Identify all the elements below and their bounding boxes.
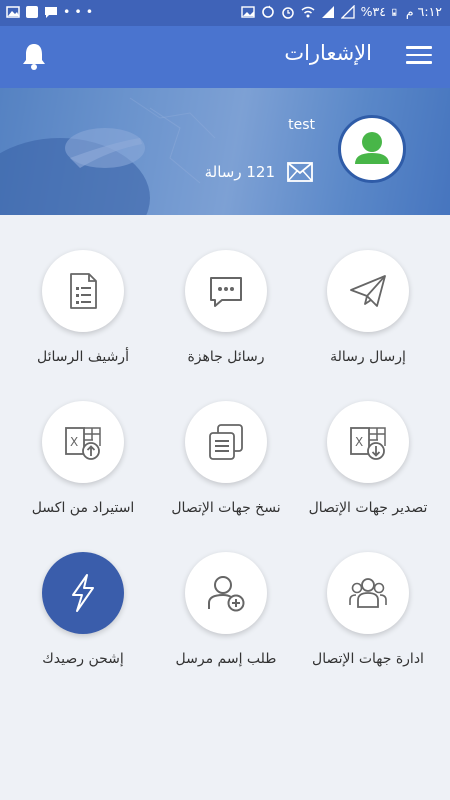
avatar[interactable] — [338, 115, 406, 183]
paper-plane-icon — [350, 275, 386, 307]
tile-export-contacts[interactable]: X تصدير جهات الإتصال — [293, 401, 443, 541]
battery-icon — [392, 8, 397, 16]
message-icon — [45, 6, 57, 18]
tile-label: نسخ جهات الإتصال — [171, 500, 281, 516]
recharge-balance-button[interactable] — [42, 552, 124, 634]
tile-label: إرسال رسالة — [330, 349, 406, 365]
status-time: ٦:١٢ م — [405, 4, 442, 19]
svg-text:X: X — [70, 435, 78, 449]
gallery-icon — [6, 5, 20, 18]
import-excel-button[interactable]: X — [42, 401, 124, 483]
add-user-icon — [208, 576, 245, 612]
tile-label: طلب إسم مرسل — [175, 651, 277, 667]
copy-contacts-button[interactable] — [185, 401, 267, 483]
app-notification-icon — [26, 5, 38, 18]
page-title: الإشعارات — [284, 41, 372, 65]
tile-label: أرشيف الرسائل — [37, 349, 129, 365]
messages-archive-button[interactable] — [42, 250, 124, 332]
tile-recharge-balance[interactable]: إشحن رصيدك — [8, 552, 158, 692]
profile-banner: test 121 رسالة — [0, 88, 450, 215]
hamburger-menu-icon[interactable] — [406, 46, 432, 68]
status-bar: • • • %٣٤ ٦:١٢ م — [0, 0, 450, 26]
request-sender-name-button[interactable] — [185, 552, 267, 634]
app-bar: الإشعارات — [0, 26, 450, 88]
document-list-icon — [70, 273, 97, 309]
lightning-bolt-icon — [72, 574, 94, 612]
tile-copy-contacts[interactable]: نسخ جهات الإتصال — [151, 401, 301, 541]
copy-documents-icon — [209, 424, 243, 460]
tile-send-message[interactable]: إرسال رسالة — [293, 250, 443, 390]
chat-bubble-icon — [210, 277, 242, 307]
manage-contacts-button[interactable] — [327, 552, 409, 634]
battery-percent: %٣٤ — [360, 4, 386, 19]
user-icon — [355, 132, 389, 164]
tile-label: رسائل جاهزة — [187, 349, 265, 365]
alarm-icon — [281, 6, 294, 19]
svg-text:X: X — [355, 435, 363, 449]
tile-label: استيراد من اكسل — [31, 500, 135, 516]
tile-ready-messages[interactable]: رسائل جاهزة — [151, 250, 301, 390]
tile-import-excel[interactable]: X استيراد من اكسل — [8, 401, 158, 541]
excel-export-icon: X — [350, 427, 386, 460]
excel-import-icon: X — [65, 427, 101, 460]
message-count: 121 رسالة — [204, 163, 275, 181]
ready-messages-button[interactable] — [185, 250, 267, 332]
wifi-icon — [301, 6, 315, 17]
signal-secondary-icon — [340, 4, 355, 19]
username: test — [288, 117, 315, 133]
export-contacts-button[interactable]: X — [327, 401, 409, 483]
overflow-dots-icon: • • • — [63, 4, 94, 19]
mail-icon — [287, 162, 313, 182]
bell-icon[interactable] — [18, 41, 50, 73]
tile-messages-archive[interactable]: أرشيف الرسائل — [8, 250, 158, 390]
tile-label: تصدير جهات الإتصال — [308, 500, 428, 516]
tile-request-sender-name[interactable]: طلب إسم مرسل — [151, 552, 301, 692]
tile-manage-contacts[interactable]: ادارة جهات الإتصال — [293, 552, 443, 692]
tile-label: ادارة جهات الإتصال — [312, 651, 424, 667]
signal-icon — [321, 5, 334, 18]
group-users-icon — [349, 578, 387, 608]
image-icon — [240, 5, 255, 18]
sync-icon — [261, 5, 274, 18]
tile-label: إشحن رصيدك — [42, 651, 124, 667]
send-message-button[interactable] — [327, 250, 409, 332]
